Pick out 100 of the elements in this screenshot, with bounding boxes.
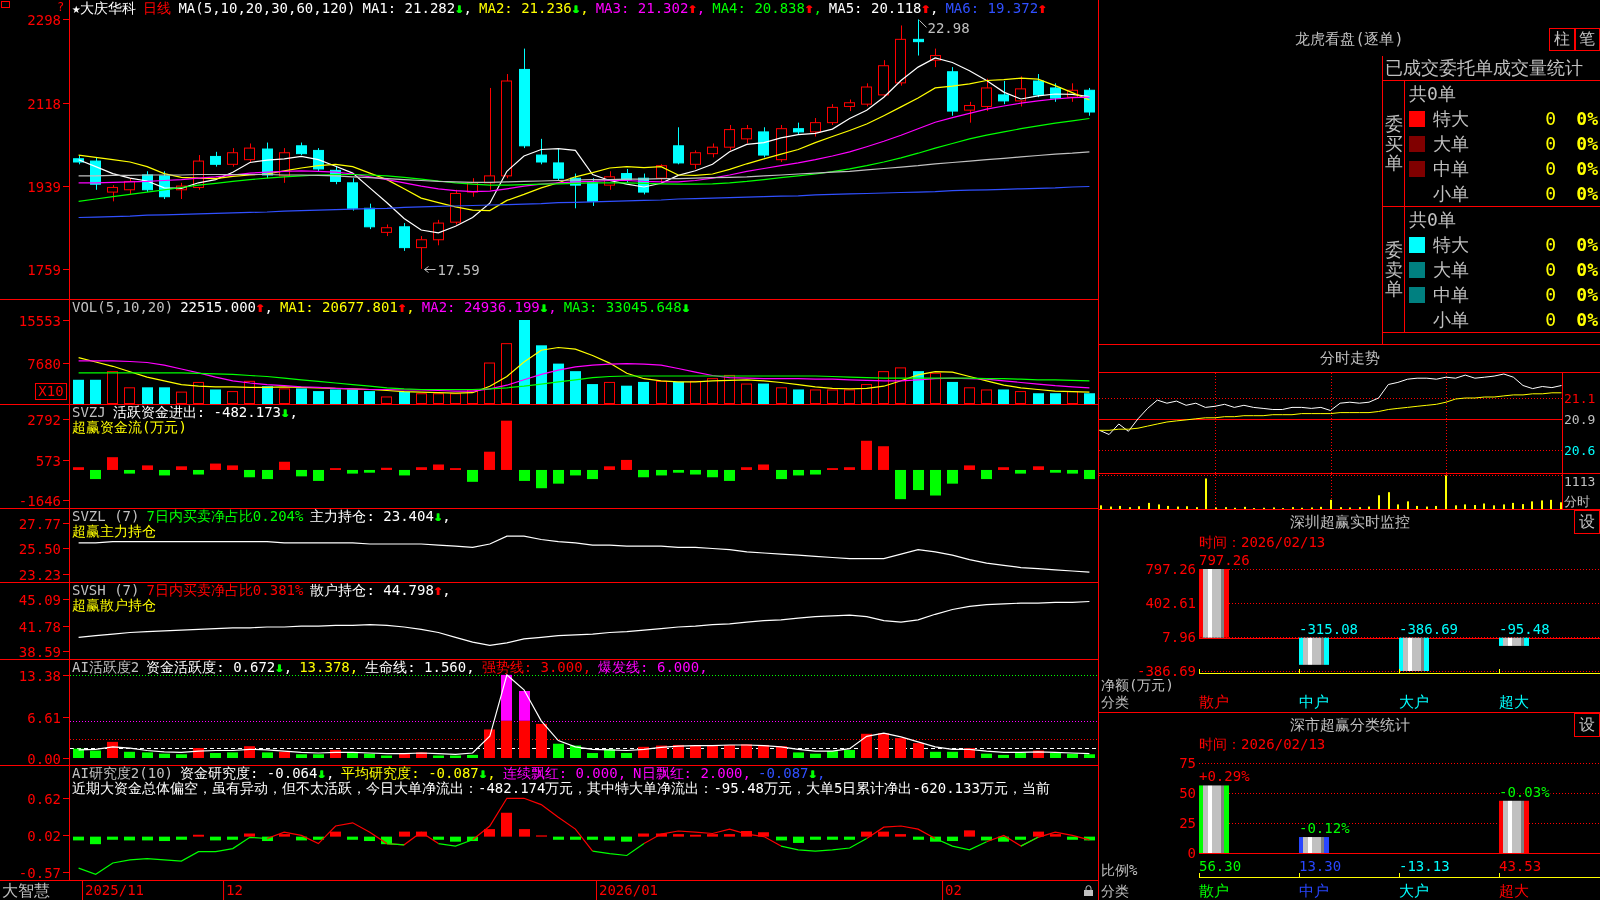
chart-bar — [399, 831, 410, 837]
indicator-title: 超赢散户持仓 — [72, 598, 156, 613]
candle — [536, 138, 547, 165]
chart-bar — [570, 469, 581, 476]
candle — [570, 173, 581, 209]
value-label: 13.30 — [1299, 858, 1342, 874]
chart-bar — [604, 749, 615, 758]
chart-bar — [1015, 836, 1026, 840]
chart-bar — [810, 753, 821, 758]
candle — [604, 170, 615, 191]
chart-bar — [73, 467, 84, 470]
indicator-label: 活跃资金进出: -482.173↓, — [112, 405, 298, 420]
chart-bar — [193, 469, 204, 475]
chart-bar — [793, 752, 804, 758]
view-button[interactable]: 柱 — [1549, 28, 1575, 51]
chart-bar — [844, 749, 855, 758]
value-label: -95.48 — [1499, 620, 1550, 637]
axis-label: 2298 — [27, 11, 61, 28]
chart-bar — [553, 836, 564, 840]
settings-button[interactable]: 设 — [1574, 713, 1600, 737]
indicator-label: VOL(5,10,20) — [72, 300, 174, 315]
chart-bar — [673, 834, 684, 837]
indicator-label: 爆发线: 6.000, — [598, 660, 708, 675]
indicator-label: 13.378, — [299, 660, 359, 675]
candle — [433, 219, 444, 246]
chart-bar — [621, 459, 632, 470]
axis-label: 20.9 — [1564, 411, 1596, 427]
chart-bar — [690, 745, 701, 758]
chart-bar — [844, 467, 855, 470]
chart-bar — [90, 836, 101, 845]
settings-button[interactable]: 设 — [1574, 510, 1600, 534]
chart-bar — [878, 446, 889, 470]
chart-bar — [142, 836, 153, 841]
axis-title: 净额(万元) — [1101, 677, 1174, 693]
candle — [142, 170, 153, 193]
chart-bar — [296, 754, 307, 758]
candle — [964, 101, 975, 124]
candle — [399, 222, 410, 252]
chart-bar — [895, 834, 906, 837]
date-label: 2025/11 — [82, 881, 144, 900]
group-label: 委卖单 — [1384, 239, 1403, 300]
indicator-title: 超赢资金流(万元) — [72, 420, 187, 435]
chart-bar — [159, 836, 170, 842]
candle — [107, 184, 118, 202]
chart-bar — [793, 836, 804, 843]
indicator-label: 7日内买卖净占比0.381% — [146, 583, 304, 598]
chart-bar — [1084, 469, 1095, 480]
chart-bar — [176, 754, 187, 758]
order-share: 0% — [1576, 284, 1599, 305]
chart-bar — [707, 744, 718, 758]
chart-bar — [638, 469, 649, 478]
axis-label: 797.26 — [1145, 561, 1196, 577]
candle — [724, 124, 735, 151]
chart-bar — [776, 746, 787, 758]
indicator-label: 日线 — [143, 1, 172, 16]
order-count: 0 — [1545, 284, 1556, 305]
category-label: 散户 — [1199, 693, 1229, 711]
chart-bar — [399, 753, 410, 758]
chart-bar — [638, 833, 649, 837]
chart-bar — [159, 753, 170, 758]
chart-bar — [227, 836, 238, 840]
axis-title: 分时 — [1564, 494, 1590, 509]
chart-bar — [159, 387, 170, 404]
chart-bar — [124, 751, 135, 758]
indicator-label: N日飘红: 2.000, — [633, 766, 751, 781]
chart-bar — [741, 744, 752, 758]
chart-bar — [621, 836, 632, 842]
candle — [262, 142, 273, 179]
chart-bar — [347, 389, 358, 404]
chart-bar — [827, 836, 838, 840]
candle — [313, 147, 324, 172]
chart-bar — [724, 834, 735, 837]
chart-bar — [895, 469, 906, 500]
panel-title: 深圳超赢实时监控 — [1289, 512, 1410, 532]
indicator-label: AI活跃度2 — [72, 660, 140, 675]
chart-bar — [964, 830, 975, 837]
chart-bar — [758, 832, 769, 837]
axis-label: 1939 — [27, 178, 61, 195]
chart-bar — [433, 755, 444, 758]
chart-bar — [724, 744, 735, 758]
chart-bar — [827, 751, 838, 758]
chart-bar — [861, 831, 872, 837]
chart-bar — [159, 469, 170, 476]
chart-bar — [981, 753, 992, 758]
chart-bar — [913, 469, 924, 491]
indicator-label: MA3: 21.302↑, — [595, 1, 706, 16]
chart-bar — [913, 743, 924, 758]
order-count: 0 — [1545, 259, 1556, 280]
view-button[interactable]: 笔 — [1574, 28, 1600, 51]
chart-bar — [416, 467, 427, 470]
panel-title: 深市超赢分类统计 — [1289, 715, 1410, 735]
chart-bar — [73, 836, 84, 841]
chart-bar — [1084, 754, 1095, 758]
chart-bar — [1199, 569, 1229, 638]
axis-label: 20.6 — [1564, 443, 1596, 459]
chart-bar — [1084, 393, 1095, 404]
annotation: 22.98 — [927, 20, 970, 37]
indicator-label: -0.087↓, — [757, 766, 826, 781]
chart-bar — [553, 469, 564, 484]
chart-bar — [690, 834, 701, 837]
